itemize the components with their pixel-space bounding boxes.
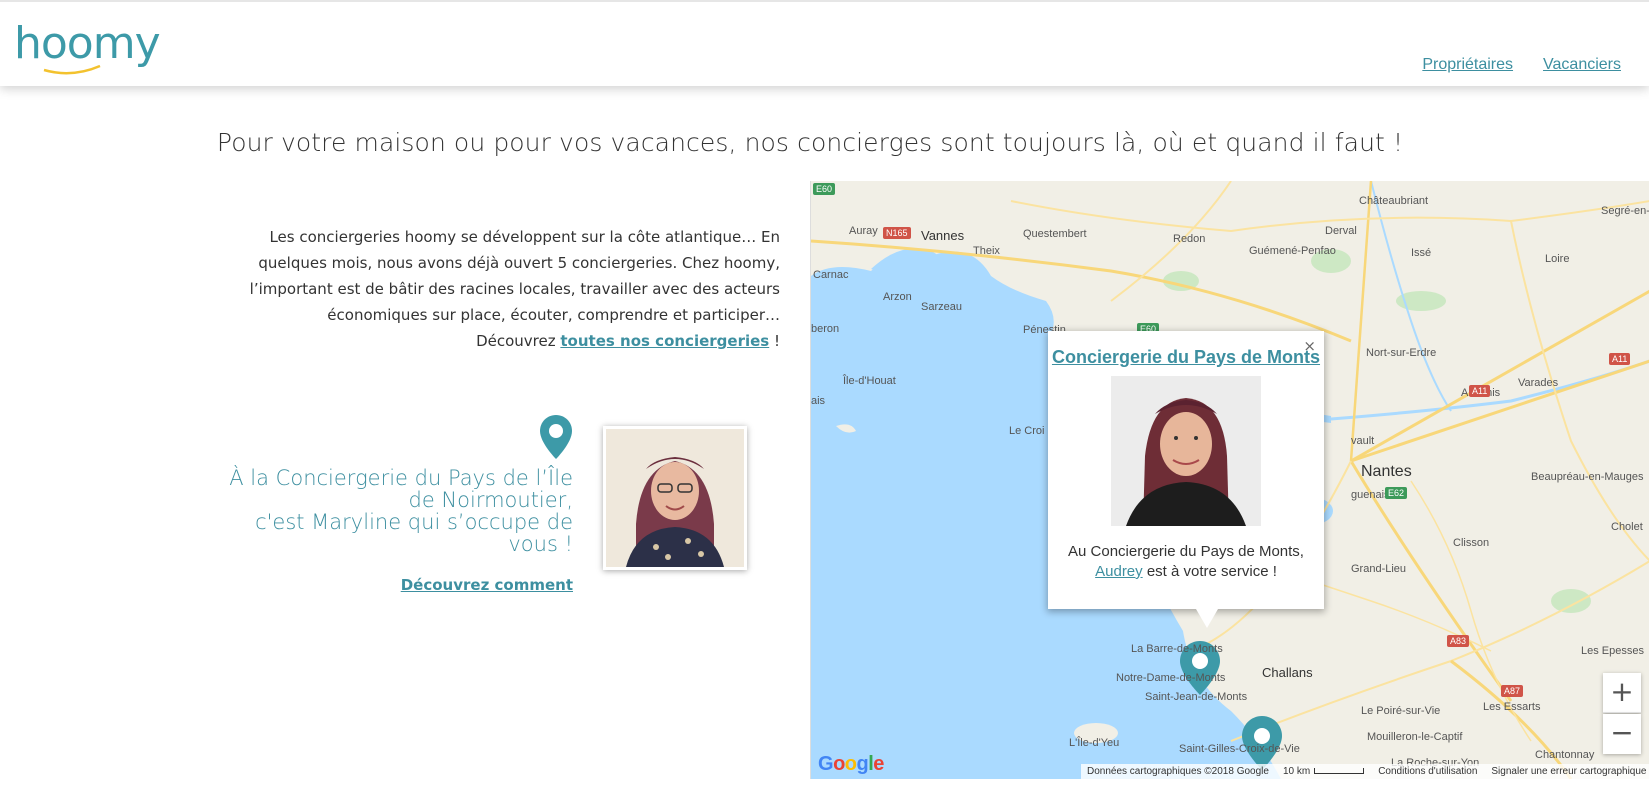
map-label-nort-sur-erdre: Nort-sur-Erdre <box>1366 347 1437 359</box>
map-scale[interactable]: 10 km <box>1282 766 1365 777</box>
map-scale-bar <box>1314 768 1365 775</box>
map-label-chateaubriant: Châteaubriant <box>1359 195 1429 207</box>
page-tagline: Pour votre maison ou pour vos vacances, … <box>216 128 1404 157</box>
logo-text: hoomy <box>14 18 161 69</box>
concierge-line-1: À la Conciergerie du Pays de l’Île de No… <box>229 466 573 512</box>
map-label-saint-gilles: Saint-Gilles-Croix-de-Vie <box>1179 743 1300 755</box>
road-shield-e62: E62 <box>1385 487 1408 499</box>
road-shield-a11-east: A11 <box>1609 353 1631 365</box>
info-caption-prefix: Au Conciergerie du Pays de Monts, <box>1068 543 1304 560</box>
road-shield-a11: A11 <box>1469 385 1491 397</box>
map-label-auray: Auray <box>849 225 878 237</box>
map-label-ile-yeu: L'Île-d'Yeu <box>1069 737 1120 749</box>
map-data-credit: Données cartographiques ©2018 Google <box>1087 766 1269 777</box>
map-label-vault: vault <box>1351 435 1375 447</box>
info-window-close-icon[interactable]: × <box>1303 337 1316 355</box>
map-label-le-croi: Le Croi <box>1009 425 1045 437</box>
intro-text: Les conciergeries hoomy se développent s… <box>249 228 780 324</box>
map-label-mouilleron: Mouilleron-le-Captif <box>1367 731 1463 743</box>
map-label-loire: Loire <box>1545 253 1570 265</box>
info-caption-name-link[interactable]: Audrey <box>1095 563 1143 580</box>
concierge-intro: À la Conciergerie du Pays de l’Île de No… <box>200 467 573 555</box>
info-window-photo <box>1111 376 1261 526</box>
map-zoom-out-button[interactable]: − <box>1603 714 1641 754</box>
google-logo: Google <box>818 753 884 775</box>
map-label-cholet: Cholet <box>1611 521 1643 533</box>
maryline-portrait-icon <box>606 429 744 567</box>
map-label-challans: Challans <box>1262 665 1313 680</box>
map-label-les-epesses: Les Epesses <box>1581 645 1644 657</box>
map-label-varades: Varades <box>1518 377 1559 389</box>
nav-link-vacanciers[interactable]: Vacanciers <box>1543 56 1621 74</box>
audrey-portrait-icon <box>1111 376 1261 526</box>
intro-discover-prefix: Découvrez <box>476 332 561 350</box>
nav-link-proprietaires[interactable]: Propriétaires <box>1422 56 1513 74</box>
map-label-poire-sur-vie: Le Poiré-sur-Vie <box>1361 705 1441 717</box>
info-window-caption: Au Conciergerie du Pays de Monts, Audrey… <box>1048 542 1324 582</box>
info-window-title-link[interactable]: Conciergerie du Pays de Monts <box>1048 347 1324 368</box>
map-label-clisson: Clisson <box>1453 537 1490 549</box>
location-pin-icon <box>540 415 572 459</box>
road-shield-e60: E60 <box>813 183 836 195</box>
all-conciergeries-link[interactable]: toutes nos conciergeries <box>560 332 769 350</box>
map-label-beaupreau: Beaupréau-en-Mauges <box>1531 471 1644 483</box>
intro-paragraph: Les conciergeries hoomy se développent s… <box>200 224 780 354</box>
map-label-guemene: Guémené-Penfao <box>1249 245 1336 257</box>
map-zoom-in-button[interactable]: + <box>1603 673 1641 713</box>
intro-discover-suffix: ! <box>769 332 780 350</box>
road-shield-a83: A83 <box>1447 635 1470 647</box>
map-label-les-essarts: Les Essarts <box>1483 701 1541 713</box>
map-label-arzon: Arzon <box>883 291 912 303</box>
map-footer: Données cartographiques ©2018 Google 10 … <box>1081 764 1649 779</box>
map-label-grand-lieu: Grand-Lieu <box>1351 563 1407 575</box>
map-label-la-barre: La Barre-de-Monts <box>1131 643 1223 655</box>
road-shield-n165: N165 <box>883 227 911 239</box>
map-info-window: × Conciergerie du Pays de Monts Au Conci… <box>1048 331 1324 628</box>
map-label-segre: Segré-en-Anjou Bleu <box>1601 205 1649 217</box>
logo-swoosh-icon <box>43 64 101 75</box>
road-shield-a87: A87 <box>1501 685 1524 697</box>
concierge-photo <box>606 429 744 567</box>
map-scale-label: 10 km <box>1282 766 1311 777</box>
map-label-redon: Redon <box>1173 233 1206 245</box>
map-report-link[interactable]: Signaler une erreur cartographique <box>1491 766 1646 777</box>
map-label-guenais: guenais <box>1351 489 1390 501</box>
map-label-ile-houat: Île-d'Houat <box>843 375 896 387</box>
site-header: hoomy Propriétaires Vacanciers <box>0 0 1649 86</box>
map-terms-link[interactable]: Conditions d'utilisation <box>1378 766 1477 777</box>
map-label-carnac: Carnac <box>813 269 849 281</box>
info-caption-suffix: est à votre service ! <box>1142 563 1277 580</box>
map-label-vannes: Vannes <box>921 228 965 243</box>
map-label-beron: beron <box>811 323 840 335</box>
map-label-chantonnay: Chantonnay <box>1535 749 1595 761</box>
map-label-isse: Issé <box>1411 247 1432 259</box>
map-label-nantes: Nantes <box>1361 463 1412 480</box>
map-label-sarzeau: Sarzeau <box>921 301 962 313</box>
hoomy-logo[interactable]: hoomy <box>14 22 164 82</box>
concierge-line-2: c'est Maryline qui s’occupe de vous ! <box>255 510 573 556</box>
map-label-saint-jean: Saint-Jean-de-Monts <box>1145 691 1248 703</box>
map-label-ais: ais <box>811 395 826 407</box>
discover-how-link[interactable]: Découvrez comment <box>380 576 573 594</box>
map-label-notre-dame: Notre-Dame-de-Monts <box>1116 672 1226 684</box>
concierge-photo-frame <box>603 426 747 570</box>
main-nav: Propriétaires Vacanciers <box>1422 56 1621 74</box>
map-label-theix: Theix <box>973 245 1000 257</box>
map-label-derval: Derval <box>1325 225 1357 237</box>
map-label-questembert: Questembert <box>1023 228 1087 240</box>
